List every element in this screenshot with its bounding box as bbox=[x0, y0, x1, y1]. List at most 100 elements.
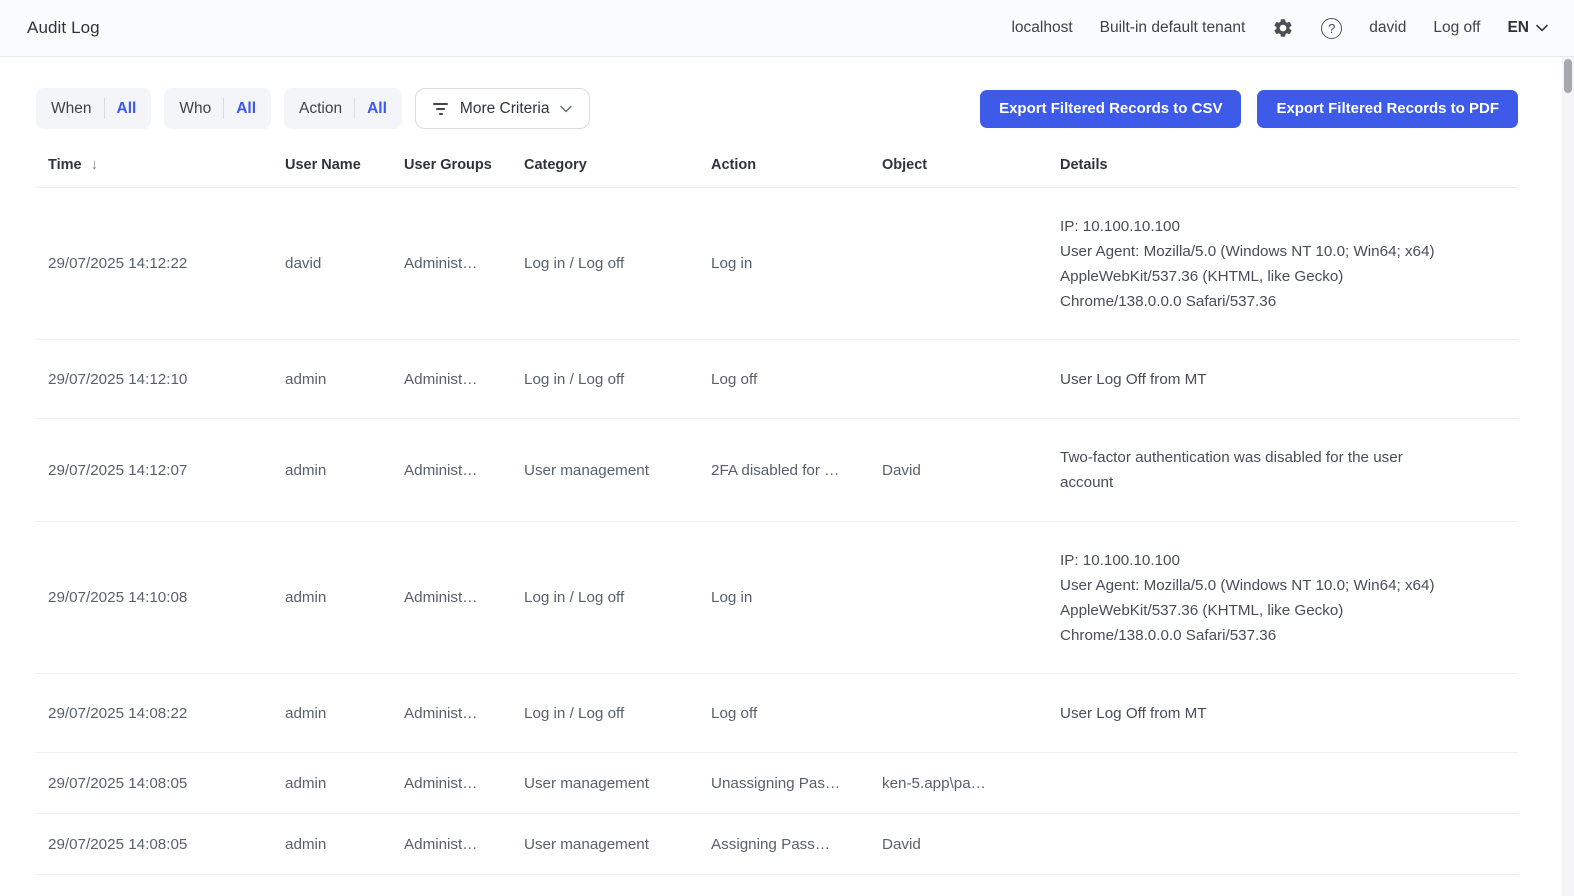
column-header-label: User Groups bbox=[404, 157, 492, 173]
logoff-link[interactable]: Log off bbox=[1433, 19, 1480, 37]
cell-user-groups: Administ… bbox=[404, 705, 524, 722]
main-content: WhenAllWhoAllActionAll More Criteria Exp… bbox=[0, 88, 1574, 875]
cell-category: Log in / Log off bbox=[524, 255, 711, 272]
cell-user-name: admin bbox=[285, 705, 404, 722]
details-line: User Log Off from MT bbox=[1060, 367, 1514, 392]
table-row: 29/07/2025 14:08:05adminAdminist…User ma… bbox=[36, 814, 1518, 875]
column-header-label: Details bbox=[1060, 157, 1108, 173]
cell-details: Two-factor authentication was disabled f… bbox=[1060, 445, 1518, 495]
column-header-label: Action bbox=[711, 157, 756, 173]
cell-user-name: admin bbox=[285, 836, 404, 853]
help-icon: ? bbox=[1321, 18, 1342, 39]
export-buttons: Export Filtered Records to CSV Export Fi… bbox=[980, 90, 1518, 128]
column-header-label: Time bbox=[48, 157, 82, 173]
column-header-object[interactable]: Object bbox=[882, 157, 1060, 173]
table-row: 29/07/2025 14:12:22davidAdminist…Log in … bbox=[36, 188, 1518, 340]
details-line: Two-factor authentication was disabled f… bbox=[1060, 445, 1514, 470]
table-header: Time ↓ User Name User Groups CategoryAction O… bbox=[36, 142, 1518, 188]
column-header-user-name[interactable]: User Name bbox=[285, 157, 404, 173]
column-header-action[interactable]: Action bbox=[711, 157, 882, 173]
cell-user-groups: Administ… bbox=[404, 775, 524, 792]
cell-time: 29/07/2025 14:08:05 bbox=[36, 775, 285, 792]
filter-toolbar: WhenAllWhoAllActionAll More Criteria Exp… bbox=[36, 88, 1518, 129]
details-line: User Log Off from MT bbox=[1060, 701, 1514, 726]
export-csv-button[interactable]: Export Filtered Records to CSV bbox=[980, 90, 1241, 128]
cell-user-name: admin bbox=[285, 775, 404, 792]
filter-icon bbox=[433, 103, 449, 115]
cell-action: Assigning Pass… bbox=[711, 836, 882, 853]
cell-category: Log in / Log off bbox=[524, 589, 711, 606]
cell-time: 29/07/2025 14:08:22 bbox=[36, 705, 285, 722]
table-body: 29/07/2025 14:12:22davidAdminist…Log in … bbox=[36, 188, 1518, 875]
table-row: 29/07/2025 14:10:08adminAdminist…Log in … bbox=[36, 522, 1518, 674]
column-header-category[interactable]: Category bbox=[524, 157, 711, 173]
cell-action: Unassigning Pas… bbox=[711, 775, 882, 792]
cell-user-name: david bbox=[285, 255, 404, 272]
chevron-down-icon bbox=[1536, 24, 1548, 32]
cell-time: 29/07/2025 14:12:07 bbox=[36, 462, 285, 479]
sort-desc-icon: ↓ bbox=[91, 156, 99, 173]
filter-chip-value[interactable]: All bbox=[367, 100, 387, 118]
cell-details: User Log Off from MT bbox=[1060, 701, 1518, 726]
cell-time: 29/07/2025 14:12:10 bbox=[36, 371, 285, 388]
cell-user-groups: Administ… bbox=[404, 462, 524, 479]
cell-user-name: admin bbox=[285, 589, 404, 606]
cell-user-groups: Administ… bbox=[404, 371, 524, 388]
chip-divider bbox=[223, 98, 224, 119]
filter-chip-who[interactable]: WhoAll bbox=[164, 88, 271, 129]
column-header-label: User Name bbox=[285, 157, 361, 173]
cell-category: User management bbox=[524, 462, 711, 479]
cell-time: 29/07/2025 14:12:22 bbox=[36, 255, 285, 272]
cell-user-groups: Administ… bbox=[404, 255, 524, 272]
column-header-details[interactable]: Details bbox=[1060, 157, 1518, 173]
chip-divider bbox=[104, 98, 105, 119]
language-selector[interactable]: EN bbox=[1507, 19, 1548, 37]
cell-time: 29/07/2025 14:10:08 bbox=[36, 589, 285, 606]
help-button[interactable]: ? bbox=[1321, 18, 1342, 39]
cell-user-groups: Administ… bbox=[404, 836, 524, 853]
more-criteria-label: More Criteria bbox=[460, 100, 550, 118]
more-criteria-button[interactable]: More Criteria bbox=[415, 88, 591, 129]
table-row: 29/07/2025 14:12:07adminAdminist…User ma… bbox=[36, 419, 1518, 522]
cell-category: User management bbox=[524, 836, 711, 853]
page-title: Audit Log bbox=[27, 18, 100, 38]
details-line: account bbox=[1060, 470, 1514, 495]
cell-details: User Log Off from MT bbox=[1060, 367, 1518, 392]
cell-object: David bbox=[882, 836, 1060, 853]
cell-object: David bbox=[882, 462, 1060, 479]
details-line: IP: 10.100.10.100 bbox=[1060, 548, 1514, 573]
filter-chip-label: Action bbox=[299, 100, 342, 118]
cell-action: Log off bbox=[711, 705, 882, 722]
cell-action: Log off bbox=[711, 371, 882, 388]
cell-details: IP: 10.100.10.100User Agent: Mozilla/5.0… bbox=[1060, 214, 1518, 314]
table-row: 29/07/2025 14:08:05adminAdminist…User ma… bbox=[36, 753, 1518, 814]
cell-action: Log in bbox=[711, 589, 882, 606]
topbar-right: localhost Built-in default tenant ? davi… bbox=[1011, 17, 1548, 39]
cell-object: ken-5.app\pa… bbox=[882, 775, 1060, 792]
gear-icon bbox=[1272, 17, 1294, 39]
filter-chip-label: When bbox=[51, 100, 92, 118]
details-line: User Agent: Mozilla/5.0 (Windows NT 10.0… bbox=[1060, 573, 1514, 598]
filter-chip-action[interactable]: Action All bbox=[284, 88, 402, 129]
filter-chip-when[interactable]: When All bbox=[36, 88, 151, 129]
cell-user-name: admin bbox=[285, 371, 404, 388]
column-header-user-groups[interactable]: User Groups bbox=[404, 157, 524, 173]
cell-user-name: admin bbox=[285, 462, 404, 479]
column-header-label: Object bbox=[882, 157, 927, 173]
topbar-host: localhost bbox=[1011, 19, 1072, 37]
settings-button[interactable] bbox=[1272, 17, 1294, 39]
chip-divider bbox=[354, 98, 355, 119]
details-line: Chrome/138.0.0.0 Safari/537.36 bbox=[1060, 289, 1514, 314]
language-code: EN bbox=[1507, 19, 1529, 37]
cell-category: User management bbox=[524, 775, 711, 792]
table-row: 29/07/2025 14:08:22adminAdminist…Log in … bbox=[36, 674, 1518, 753]
cell-time: 29/07/2025 14:08:05 bbox=[36, 836, 285, 853]
export-pdf-button[interactable]: Export Filtered Records to PDF bbox=[1257, 90, 1518, 128]
details-line: IP: 10.100.10.100 bbox=[1060, 214, 1514, 239]
filter-chip-value[interactable]: All bbox=[117, 100, 137, 118]
scrollbar-track[interactable] bbox=[1562, 57, 1574, 896]
topbar-user: david bbox=[1369, 19, 1406, 37]
scrollbar-thumb[interactable] bbox=[1564, 59, 1572, 93]
column-header-time[interactable]: Time ↓ bbox=[36, 156, 285, 173]
filter-chip-value[interactable]: All bbox=[236, 100, 256, 118]
